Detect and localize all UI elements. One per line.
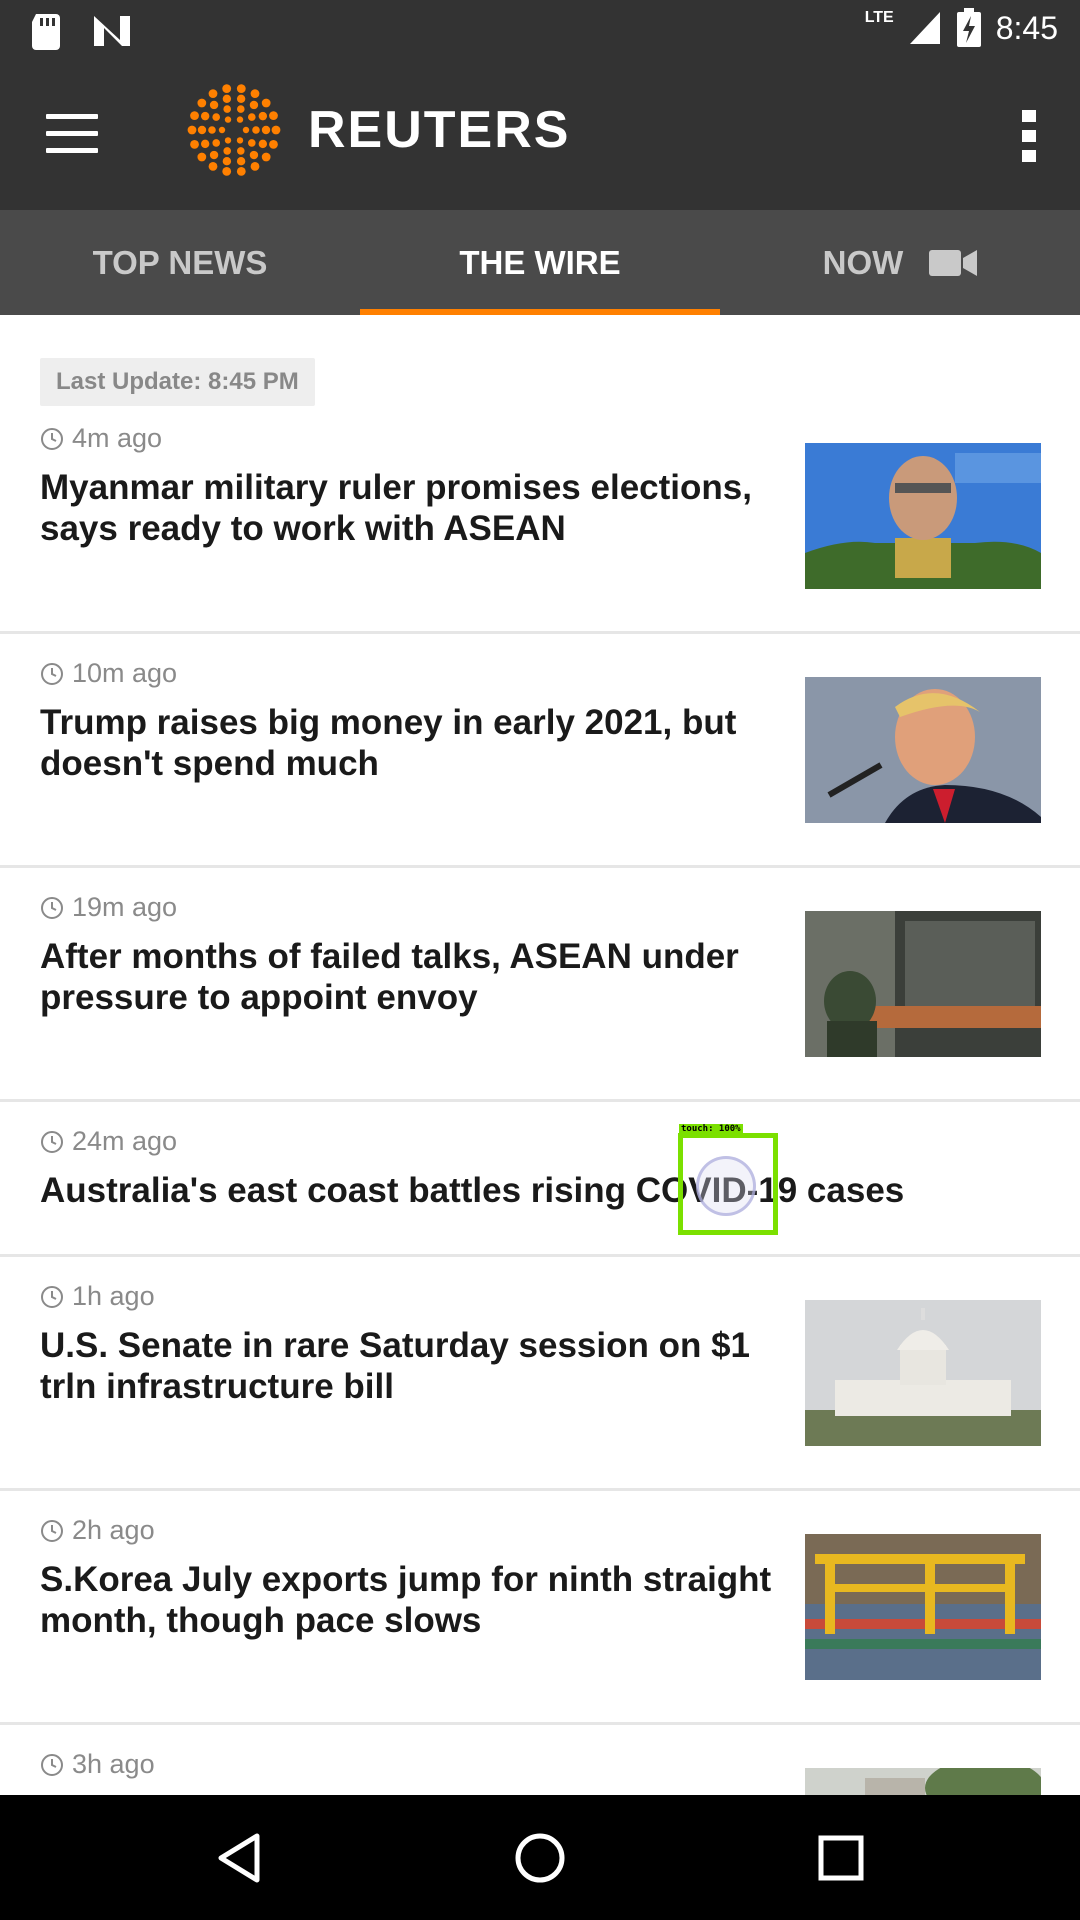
article-thumbnail (805, 911, 1041, 1057)
tab-the-wire[interactable]: THE WIRE (360, 210, 720, 315)
reuters-dots-logo-icon (187, 84, 281, 176)
reuters-logo: REUTERS (186, 82, 570, 178)
article-item[interactable]: 19m ago After months of failed talks, AS… (0, 868, 1080, 1102)
article-time: 24m ago (40, 1126, 177, 1157)
clock-icon (41, 427, 63, 450)
clock-icon (41, 662, 63, 685)
clock-icon (41, 1285, 63, 1308)
article-item[interactable]: 1h ago U.S. Senate in rare Saturday sess… (0, 1257, 1080, 1491)
time-text: 1h ago (72, 1281, 155, 1311)
article-title: Trump raises big money in early 2021, bu… (40, 703, 737, 783)
article-time: 4m ago (40, 423, 162, 454)
recents-icon[interactable] (817, 1834, 865, 1882)
app-bar: REUTERS (0, 64, 1080, 210)
signal-icon (909, 12, 940, 44)
network-type: LTE (864, 9, 894, 26)
clock-icon (41, 1130, 63, 1153)
time-text: 3h ago (72, 1749, 155, 1779)
back-icon[interactable] (215, 1832, 263, 1884)
time-text: 4m ago (72, 423, 163, 453)
article-item[interactable]: 4m ago Myanmar military ruler promises e… (0, 315, 1080, 634)
sd-card-icon (32, 14, 60, 50)
battery-charging-icon (956, 8, 981, 47)
time-text: 24m ago (72, 1126, 178, 1156)
home-icon[interactable] (514, 1832, 566, 1884)
article-item[interactable]: 3h ago (0, 1725, 1080, 1795)
article-time: 19m ago (40, 892, 177, 923)
article-title: After months of failed talks, ASEAN unde… (40, 937, 739, 1017)
clock: 8:45 (995, 9, 1058, 46)
time-text: 10m ago (72, 658, 178, 688)
article-time: 1h ago (40, 1281, 155, 1312)
article-item[interactable]: 10m ago Trump raises big money in early … (0, 634, 1080, 868)
status-bar: LTE 8:45 (0, 0, 1080, 64)
article-item[interactable]: 2h ago S.Korea July exports jump for nin… (0, 1491, 1080, 1725)
article-thumbnail (805, 677, 1041, 823)
hamburger-menu-icon[interactable] (46, 114, 98, 154)
tab-now[interactable]: NOW (720, 210, 1080, 315)
time-text: 2h ago (72, 1515, 155, 1545)
tab-bar: TOP NEWS THE WIRE NOW (0, 210, 1080, 315)
time-text: 19m ago (72, 892, 178, 922)
news-feed: Last Update: 8:45 PM 4m ago Myanmar mili… (0, 315, 1080, 1795)
clock-icon (41, 1519, 63, 1542)
system-nav-bar (0, 1795, 1080, 1920)
video-camera-icon (929, 249, 978, 276)
article-time: 3h ago (40, 1749, 155, 1780)
article-title: Myanmar military ruler promises election… (40, 468, 752, 548)
clock-icon (41, 896, 63, 919)
brand-name: REUTERS (308, 101, 571, 159)
n-notification-icon (94, 16, 130, 46)
article-thumbnail (805, 1768, 1041, 1795)
article-title: S.Korea July exports jump for ninth stra… (40, 1560, 772, 1640)
clock-icon (41, 1753, 63, 1776)
article-thumbnail (805, 1534, 1041, 1680)
tab-label: THE WIRE (459, 243, 621, 281)
tab-label: NOW (822, 243, 904, 281)
article-thumbnail (805, 1300, 1041, 1446)
article-title: Australia's east coast battles rising CO… (40, 1171, 905, 1210)
touch-point (696, 1156, 756, 1216)
article-time: 10m ago (40, 658, 177, 689)
overflow-menu-icon[interactable] (1022, 110, 1038, 164)
tab-label: TOP NEWS (92, 243, 268, 281)
article-title: U.S. Senate in rare Saturday session on … (40, 1326, 750, 1406)
article-item[interactable]: 24m ago Australia's east coast battles r… (0, 1102, 1080, 1257)
tab-top-news[interactable]: TOP NEWS (0, 210, 360, 315)
article-time: 2h ago (40, 1515, 155, 1546)
article-thumbnail (805, 443, 1041, 589)
